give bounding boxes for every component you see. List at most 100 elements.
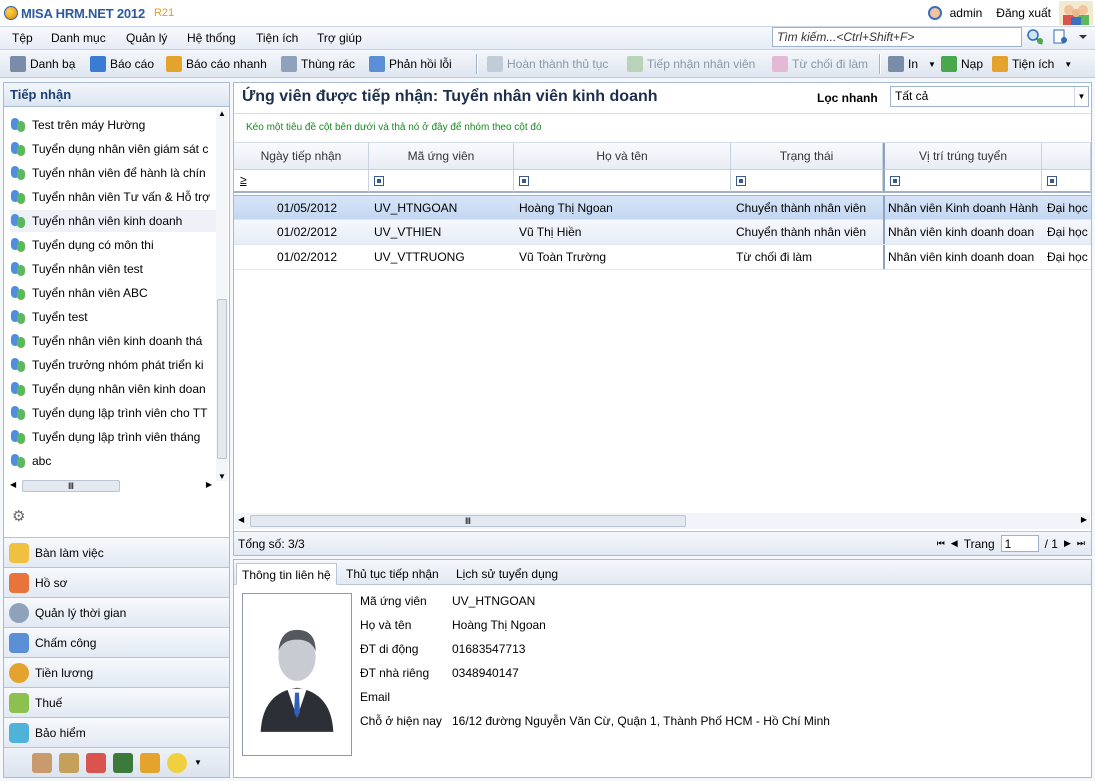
scales-icon[interactable] [59, 752, 79, 773]
filter-date[interactable]: ≥ [234, 170, 369, 193]
grid-hscrollbar[interactable]: ◀ Ⅲ ▶ [235, 513, 1090, 529]
star-icon[interactable] [140, 752, 160, 773]
printer-icon [888, 56, 904, 72]
nav-salary[interactable]: Tiền lương [4, 657, 229, 687]
nav-time[interactable]: Quản lý thời gian [4, 597, 229, 627]
quick-report-button[interactable]: Báo cáo nhanh [166, 56, 267, 72]
menu-system[interactable]: Hệ thống [187, 31, 236, 45]
scroll-thumb[interactable]: Ⅲ [22, 480, 120, 492]
scroll-thumb[interactable] [217, 299, 227, 459]
sidebar-item-recruitment[interactable]: Tuyển nhân viên Tư vấn & Hỗ trợ [10, 186, 216, 208]
recycle-bin-button[interactable]: Thùng rác [281, 56, 355, 72]
people-icon [10, 357, 26, 373]
last-page-icon[interactable]: ⏭ [1077, 538, 1085, 549]
col-header-status[interactable]: Trạng thái [731, 143, 883, 170]
sidebar-item-recruitment[interactable]: abc [10, 450, 216, 472]
col-header-date[interactable]: Ngày tiếp nhận [234, 143, 369, 170]
sidebar-item-label: Tuyển dụng nhân viên kinh doan [32, 382, 206, 396]
search-icon[interactable] [1026, 28, 1044, 46]
menu-utilities[interactable]: Tiện ích [256, 31, 298, 45]
sidebar-item-recruitment[interactable]: Tuyển test [10, 306, 216, 328]
prev-page-icon[interactable]: ◀ [951, 538, 958, 549]
search-options-icon[interactable] [1052, 28, 1088, 46]
nav-profile[interactable]: Hồ sơ [4, 567, 229, 597]
sidebar-hscrollbar[interactable]: ◀ Ⅲ ▶ [8, 479, 214, 493]
nav-tax[interactable]: Thuế [4, 687, 229, 717]
sidebar-scrollbar[interactable]: ▲ ▼ [216, 109, 228, 481]
col-header-education[interactable] [1042, 143, 1091, 170]
cell-education: Đại học [1047, 225, 1088, 239]
sidebar-item-recruitment[interactable]: Tuyển nhân viên ABC [10, 282, 216, 304]
cell-date: 01/02/2012 [276, 250, 337, 264]
filter-position[interactable] [883, 170, 1042, 193]
field-label: ĐT nhà riêng [360, 666, 430, 680]
menu-help[interactable]: Trợ giúp [317, 31, 362, 45]
first-page-icon[interactable]: ⏮ [937, 538, 945, 549]
sidebar-item-recruitment[interactable]: Test trên máy Hường [10, 114, 216, 136]
logout-link[interactable]: Đăng xuất [996, 6, 1051, 20]
user-name[interactable]: admin [950, 6, 983, 20]
nav-timekeeping[interactable]: Chấm công [4, 627, 229, 657]
sidebar-item-recruitment[interactable]: Tuyển dụng nhân viên kinh doan [10, 378, 216, 400]
handshake-icon[interactable] [32, 752, 52, 773]
complete-procedure-button[interactable]: Hoàn thành thủ tục [487, 56, 608, 72]
quick-filter-select[interactable]: Tất cả ▼ [890, 86, 1089, 107]
filter-education[interactable] [1042, 170, 1091, 193]
cell-education: Đại học [1047, 250, 1088, 264]
feedback-button[interactable]: Phản hồi lỗi [369, 56, 452, 72]
scroll-left-icon[interactable]: ◀ [10, 480, 16, 489]
field-value: 01683547713 [452, 642, 526, 656]
nav-workspace[interactable]: Bàn làm việc [4, 537, 229, 567]
report-button[interactable]: Báo cáo [90, 56, 154, 72]
chevron-down-icon[interactable]: ▼ [194, 758, 202, 767]
scroll-right-icon[interactable]: ▶ [206, 480, 212, 489]
contacts-button[interactable]: Danh bạ [10, 56, 75, 72]
tab-history[interactable]: Lịch sử tuyển dụng [451, 563, 563, 585]
page-input[interactable] [1000, 535, 1039, 552]
menu-catalog[interactable]: Danh mục [51, 31, 106, 45]
sidebar-item-recruitment[interactable]: Tuyển nhân viên test [10, 258, 216, 280]
scroll-down-icon[interactable]: ▼ [216, 472, 228, 481]
filter-code[interactable] [369, 170, 514, 193]
gift-icon[interactable] [86, 752, 106, 773]
filter-status[interactable] [731, 170, 883, 193]
sidebar-item-recruitment[interactable]: Tuyển dụng lập trình viên cho TT [10, 402, 216, 424]
sidebar-item-recruitment[interactable]: Tuyển dụng nhân viên giám sát c [10, 138, 216, 160]
sidebar-item-recruitment[interactable]: Tuyển trưởng nhóm phát triển ki [10, 354, 216, 376]
menu-manage[interactable]: Quản lý [126, 31, 167, 45]
receive-employee-button[interactable]: Tiếp nhận nhân viên [627, 56, 755, 72]
next-page-icon[interactable]: ▶ [1064, 538, 1071, 549]
reload-button[interactable]: Nạp [941, 56, 983, 72]
sidebar-item-recruitment[interactable]: Tuyển dụng có môn thi [10, 234, 216, 256]
menu-file[interactable]: Tệp [12, 31, 33, 45]
tab-procedures[interactable]: Thủ tục tiếp nhận [341, 563, 444, 585]
col-header-code[interactable]: Mã ứng viên [369, 143, 514, 170]
table-row[interactable]: 01/05/2012 UV_HTNGOAN Hoàng Thị Ngoan Chuyể… [234, 195, 1091, 220]
hazard-icon[interactable] [167, 752, 187, 773]
sidebar-item-recruitment[interactable]: Tuyển nhân viên kinh doanh thá [10, 330, 216, 352]
table-row[interactable]: 01/02/2012 UV_VTTRUONG Vũ Toàn Trường Từ ch… [234, 245, 1091, 270]
field-value: 0348940147 [452, 666, 519, 680]
tab-contact-info[interactable]: Thông tin liên hệ [236, 563, 337, 585]
field-label: Mã ứng viên [360, 594, 427, 608]
nav-insurance[interactable]: Bảo hiểm [4, 717, 229, 747]
refuse-button[interactable]: Từ chối đi làm [772, 56, 868, 72]
print-button[interactable]: In ▼ [888, 56, 936, 72]
scroll-left-icon[interactable]: ◀ [238, 515, 244, 524]
utilities-button[interactable]: Tiện ích ▼ [992, 56, 1072, 72]
filter-name[interactable] [514, 170, 731, 193]
scroll-thumb[interactable]: Ⅲ [250, 515, 686, 527]
cell-education: Đại học [1047, 201, 1088, 215]
sidebar-item-recruitment[interactable]: Tuyển dụng lập trình viên tháng [10, 426, 216, 448]
chevron-down-icon[interactable]: ▼ [1074, 87, 1088, 106]
board-icon[interactable] [113, 752, 133, 773]
scroll-up-icon[interactable]: ▲ [216, 109, 228, 118]
col-header-position[interactable]: Vị trí trúng tuyển [883, 143, 1042, 170]
search-input[interactable]: Tìm kiếm...<Ctrl+Shift+F> [772, 27, 1022, 47]
gear-icon[interactable]: ⚙ [12, 507, 25, 525]
sidebar-item-recruitment[interactable]: Tuyển nhân viên kinh doanh [10, 210, 216, 232]
table-row[interactable]: 01/02/2012 UV_VTHIEN Vũ Thị Hiền Chuyển thà… [234, 220, 1091, 245]
col-header-name[interactable]: Họ và tên [514, 143, 731, 170]
sidebar-item-recruitment[interactable]: Tuyển nhân viên để hành là chín [10, 162, 216, 184]
scroll-right-icon[interactable]: ▶ [1081, 515, 1087, 524]
